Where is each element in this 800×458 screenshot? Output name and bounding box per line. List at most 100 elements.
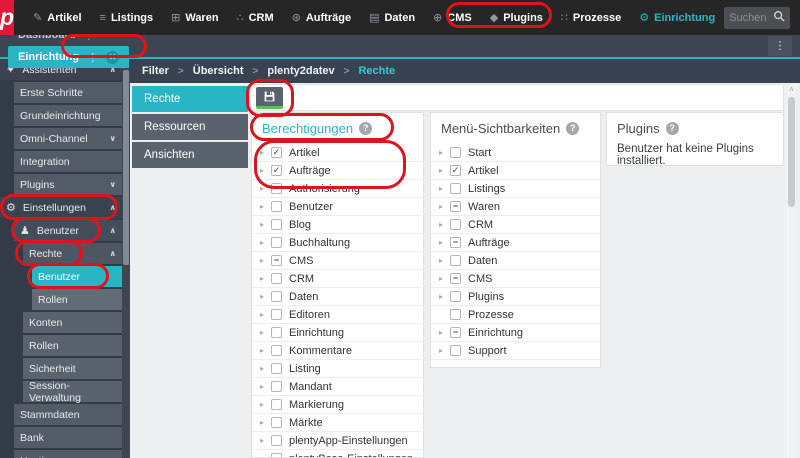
checkbox-unchecked[interactable] — [271, 219, 282, 230]
chevron-down-icon[interactable]: ∨ — [110, 134, 117, 143]
content-scrollbar[interactable]: ∧ — [787, 84, 796, 458]
checkbox-checked[interactable]: ✓ — [271, 147, 282, 158]
breadcrumb-item-plenty2datev[interactable]: plenty2datev — [267, 65, 334, 77]
expander-icon[interactable]: ▸ — [260, 292, 271, 301]
nav-item-cms[interactable]: ⊕CMS — [424, 0, 481, 35]
sidebar-item-session-verwaltung[interactable]: Session-Verwaltung — [23, 381, 122, 402]
expander-icon[interactable]: ▸ — [260, 148, 271, 157]
expander-icon[interactable]: ▸ — [439, 292, 450, 301]
expander-icon[interactable]: ▸ — [439, 274, 450, 283]
expander-icon[interactable]: ▸ — [260, 274, 271, 283]
checkbox-unchecked[interactable] — [271, 327, 282, 338]
expander-icon[interactable]: ▸ — [439, 220, 450, 229]
expander-icon[interactable]: ▸ — [260, 436, 271, 445]
expander-icon[interactable]: ▸ — [439, 184, 450, 193]
subnav-item-ansichten[interactable]: Ansichten — [132, 142, 248, 168]
sidebar-item-integration[interactable]: Integration — [14, 151, 122, 172]
sidebar-item-einstellungen[interactable]: ⚙Einstellungen∧ — [0, 197, 122, 218]
checkbox-unchecked[interactable] — [271, 273, 282, 284]
checkbox-unchecked[interactable] — [450, 255, 461, 266]
expander-icon[interactable]: ▸ — [260, 310, 271, 319]
nav-item-prozesse[interactable]: ∷Prozesse — [552, 0, 630, 35]
checkbox-partial[interactable]: − — [450, 273, 461, 284]
checkbox-unchecked[interactable] — [271, 237, 282, 248]
help-icon[interactable]: ? — [359, 122, 372, 135]
help-icon[interactable]: ? — [566, 122, 579, 135]
checkbox-partial[interactable]: − — [450, 327, 461, 338]
search-icon[interactable] — [773, 9, 785, 27]
search-box[interactable] — [724, 7, 790, 29]
checkbox-unchecked[interactable] — [450, 345, 461, 356]
subnav-item-rechte[interactable]: Rechte — [132, 86, 248, 112]
sidebar-item-bank[interactable]: Bank — [14, 427, 122, 448]
checkbox-partial[interactable]: − — [450, 201, 461, 212]
sidebar-item-sicherheit[interactable]: Sicherheit — [23, 358, 122, 379]
nav-item-auftraege[interactable]: ⊛Aufträge — [283, 0, 360, 35]
sidebar-item-benutzer[interactable]: Benutzer — [32, 266, 122, 287]
sidebar-item-grundeinrichtung[interactable]: Grundeinrichtung — [14, 105, 122, 126]
breadcrumb-item-filter[interactable]: Filter — [142, 65, 169, 77]
expander-icon[interactable]: ▸ — [439, 346, 450, 355]
checkbox-unchecked[interactable] — [450, 183, 461, 194]
chevron-down-icon[interactable]: ∨ — [110, 180, 117, 189]
expander-icon[interactable]: ▸ — [439, 148, 450, 157]
checkbox-unchecked[interactable] — [271, 291, 282, 302]
nav-item-daten[interactable]: ▤Daten — [360, 0, 424, 35]
expander-icon[interactable]: ▸ — [260, 220, 271, 229]
checkbox-unchecked[interactable] — [271, 363, 282, 374]
checkbox-unchecked[interactable] — [271, 399, 282, 410]
scroll-up-icon[interactable]: ∧ — [787, 84, 796, 96]
expander-icon[interactable]: ▸ — [260, 202, 271, 211]
expander-icon[interactable]: ▸ — [439, 328, 450, 337]
expander-icon[interactable]: ▸ — [260, 238, 271, 247]
sidebar-item-konten[interactable]: Konten — [23, 312, 122, 333]
sidebar-item-erste-schritte[interactable]: Erste Schritte — [14, 82, 122, 103]
checkbox-unchecked[interactable] — [450, 309, 461, 320]
tab-menu-icon[interactable]: ⋮ — [87, 51, 98, 64]
expander-icon[interactable]: ▸ — [260, 346, 271, 355]
sidebar-item-omni-channel[interactable]: Omni-Channel∨ — [14, 128, 122, 149]
sidebar-item-benutzer[interactable]: ♟Benutzer∧ — [14, 220, 122, 241]
expander-icon[interactable]: ▸ — [260, 454, 271, 458]
expander-icon[interactable]: ▸ — [260, 382, 271, 391]
checkbox-unchecked[interactable] — [271, 453, 282, 458]
nav-item-crm[interactable]: ∴CRM — [228, 0, 283, 35]
checkbox-partial[interactable]: − — [271, 255, 282, 266]
expander-icon[interactable]: ▸ — [260, 400, 271, 409]
sidebar-item-rollen[interactable]: Rollen — [32, 289, 122, 310]
nav-item-einrichtung[interactable]: ⚙Einrichtung — [630, 0, 724, 35]
expander-icon[interactable]: ▸ — [260, 364, 271, 373]
checkbox-partial[interactable]: − — [450, 237, 461, 248]
checkbox-unchecked[interactable] — [271, 435, 282, 446]
expander-icon[interactable]: ▸ — [439, 238, 450, 247]
chevron-up-icon[interactable]: ∧ — [110, 226, 117, 235]
expander-icon[interactable]: ▸ — [260, 166, 271, 175]
checkbox-unchecked[interactable] — [450, 219, 461, 230]
breadcrumb-item-rechte[interactable]: Rechte — [358, 65, 395, 77]
expander-icon[interactable]: ▸ — [260, 418, 271, 427]
expander-icon[interactable]: ▸ — [260, 328, 271, 337]
tab-einrichtung[interactable]: Einrichtung⋮✕ — [8, 46, 129, 68]
expander-icon[interactable]: ▸ — [439, 256, 450, 265]
checkbox-unchecked[interactable] — [450, 147, 461, 158]
scrollbar-thumb[interactable] — [123, 70, 129, 265]
breadcrumb-item-bersicht[interactable]: Übersicht — [193, 65, 244, 77]
expander-icon[interactable]: ▸ — [439, 202, 450, 211]
checkbox-checked[interactable]: ✓ — [450, 165, 461, 176]
tab-close-icon[interactable]: ✕ — [106, 51, 119, 64]
checkbox-checked[interactable]: ✓ — [271, 165, 282, 176]
tab-overflow-menu-icon[interactable]: ⋮ — [768, 36, 792, 56]
checkbox-unchecked[interactable] — [271, 381, 282, 392]
checkbox-unchecked[interactable] — [271, 201, 282, 212]
sidebar-item-plugins[interactable]: Plugins∨ — [14, 174, 122, 195]
help-icon[interactable]: ? — [666, 122, 679, 135]
expander-icon[interactable]: ▸ — [439, 166, 450, 175]
subnav-item-ressourcen[interactable]: Ressourcen — [132, 114, 248, 140]
plentymarkets-logo[interactable]: p — [0, 0, 14, 35]
scrollbar-thumb[interactable] — [788, 97, 795, 207]
nav-item-listings[interactable]: ≡Listings — [91, 0, 163, 35]
sidebar-item-stammdaten[interactable]: Stammdaten — [14, 404, 122, 425]
sidebar-item-hosting[interactable]: Hosting∨ — [14, 450, 122, 458]
checkbox-unchecked[interactable] — [271, 183, 282, 194]
checkbox-unchecked[interactable] — [271, 417, 282, 428]
